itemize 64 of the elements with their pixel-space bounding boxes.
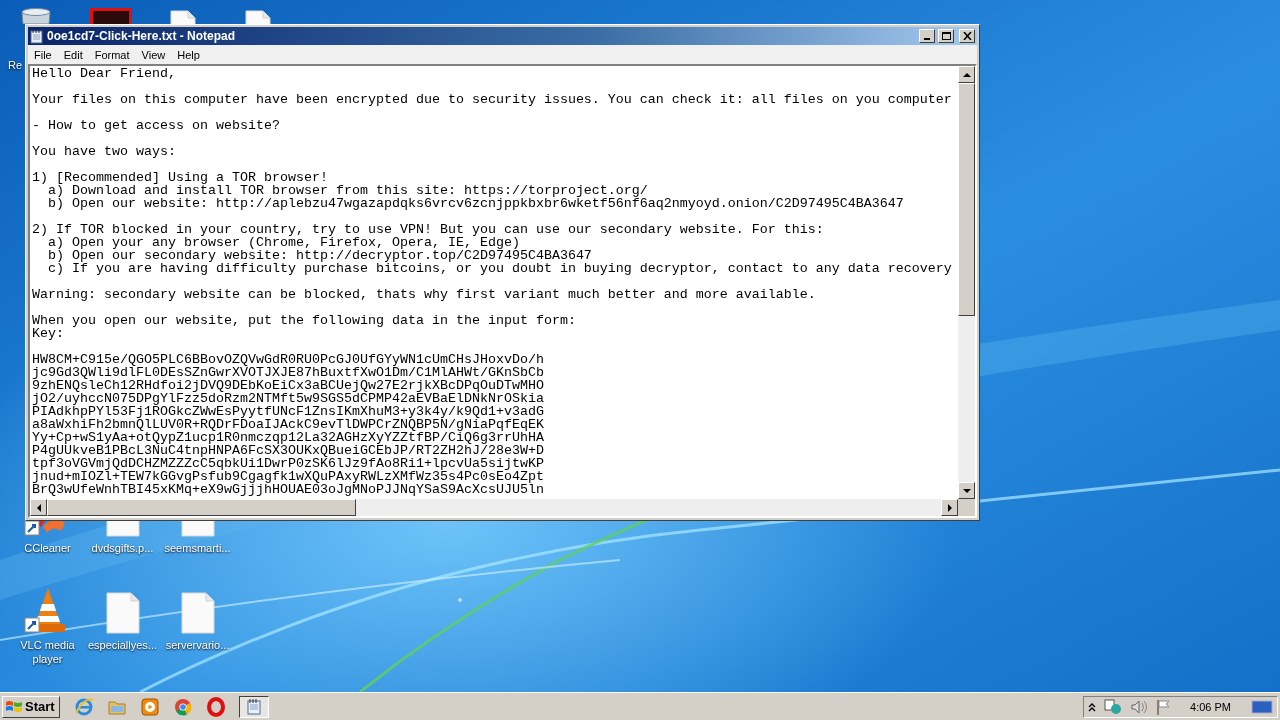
text-line: jO2/uyhccN075DPgYlFzz5doRzm2NTMft5w9SGS5dCPMP42aEVBaElDNkNrOSkia (32, 392, 545, 405)
menu-item[interactable]: Format (88, 48, 136, 61)
icon-label: Re (8, 58, 23, 72)
file-icon (105, 592, 140, 634)
text-line: 2) If TOR blocked in your country, try to use VPN! But you can use our secondary website. For this: (32, 223, 825, 236)
media-player-icon[interactable] (139, 696, 160, 717)
window-title: 0oe1cd7-Click-Here.txt - Notepad (47, 29, 237, 43)
show-desktop-icon[interactable] (1251, 698, 1273, 715)
size-grip[interactable] (958, 499, 975, 516)
text-line: Yy+Cp+wS1yAa+otQypZ1ucp1R0nmczqp12La32AGHzXyYZZtfBP/CiQ6g3rrUhHA (32, 431, 545, 444)
text-line: Warning: secondary website can be blocked, thats why first variant much better and more available. (32, 288, 817, 301)
app-icon (90, 8, 132, 24)
browser-icon[interactable] (73, 696, 94, 717)
text-line: b) Open our secondary website: http://decryptor.top/C2D97495C4BA3647 (47, 249, 593, 262)
notepad-icon (30, 28, 44, 44)
menu-item[interactable]: Help (171, 48, 206, 61)
right-arrow-icon (947, 503, 952, 512)
text-line: HW8CM+C915e/QGO5PLC6BBovOZQVwGdR0RU0PcGJ0UfGYyWN1cUmCHsJHoxvDo/h (32, 353, 545, 366)
chrome-icon[interactable] (172, 696, 193, 717)
text-line: BrQ3wUfeWnhTBI45xKMq+eX9wGjjjhHOUAE03oJgMNoPJJNqYSaS9AcXcsUJU5ln (32, 483, 545, 496)
chevron-icon[interactable] (1088, 701, 1097, 712)
menu-item[interactable]: File (28, 48, 58, 61)
windows-logo-icon (5, 698, 23, 715)
taskbar-button[interactable] (238, 695, 269, 718)
text-line: When you open our website, put the following data in the input form: (32, 314, 577, 327)
text-line: You have two ways: (32, 145, 177, 158)
text-line: 9zhENQsleCh12RHdfoi2jDVQ9DEbKoEiCx3aBCUejQw27E2rjkXBcDPqOuDTwMHO (32, 379, 545, 392)
text-line: b) Open our website: http://aplebzu47wgazapdqks6vrcv6zcnjppkbxbr6wketf56nf6aq2nmyoyd.onion/C2D97495C4BA3647 (47, 197, 905, 210)
maximize-button[interactable] (938, 29, 954, 43)
text-line: Key: (32, 327, 65, 340)
clock[interactable]: 4:06 PM (1190, 700, 1231, 713)
text-line: jnud+mIOZl+TEW7kGGvgPsfub9Cgagfk1wXQuPAxyRWLzXMfWz35s4Pc0sEo4Zpt (32, 470, 545, 483)
text-line: tpf3oVGVmjQdDCHZMZZZcC5qbkUi1DwrP0zSK6lJz9fAo8Ri1+lpcvUa5sijtwKP (32, 457, 545, 470)
horizontal-scrollbar[interactable] (30, 499, 958, 516)
vertical-scrollbar[interactable] (958, 66, 975, 499)
text-line: 1) [Recommended] Using a TOR browser! (32, 171, 329, 184)
volume-icon[interactable] (1130, 698, 1149, 715)
left-arrow-icon (36, 503, 41, 512)
text-line: a) Open your any browser (Chrome, Firefox, Opera, IE, Edge) (47, 236, 520, 249)
text-line: jc9Gd3QWli9dlFL0DEsSZnGwrXVOTJXJE87hBuxtfXwO1Dm/C1MlAHWt/GKnSbCb (32, 366, 545, 379)
maximize-icon (941, 32, 951, 40)
recycle-bin-icon (20, 8, 52, 24)
down-arrow-icon (962, 488, 971, 493)
menu-item[interactable]: Edit (57, 48, 89, 61)
text-line: Your files on this computer have been encrypted due to security issues. You can check it: all files on you computer (32, 93, 953, 106)
text-line: P4gUUkveB1PBcL3NuC4tnpHNPA6FcSX3OUKxQBueiGCEbJP/RT2ZH2hJ/28e3W+D (32, 444, 545, 457)
close-button[interactable] (959, 29, 975, 43)
text-line: a8aWxhiFh2bmnQlLUV0R+RQDrFDoaIJAckC9evTlDWPCrZNQBP5N/gNiaPqfEqEK (32, 418, 545, 431)
close-icon (962, 32, 972, 40)
text-line: PIAdkhpPYl53Fj1ROGkcZWwEsPyytfUNcF1ZnsIKmXhuM3+y3k4y/k9Qd1+v3adG (32, 405, 545, 418)
text-line: - How to get access on website? (32, 119, 281, 132)
notepad-icon (245, 698, 262, 715)
up-arrow-icon (962, 72, 971, 77)
text-line: a) Download and install TOR browser from this site: https://torproject.org/ (47, 184, 648, 197)
network-icon[interactable] (1104, 698, 1123, 715)
minimize-icon (924, 38, 930, 40)
opera-icon[interactable] (205, 696, 226, 717)
text-line: Hello Dear Friend, (32, 67, 177, 80)
minimize-button[interactable] (919, 29, 935, 43)
text-line: c) If you are having difficulty purchase bitcoins, or you doubt in buying decryptor, contact to any data recovery (47, 262, 953, 275)
icon-label[interactable]: VLC media player (10, 638, 85, 666)
start-button[interactable]: Start (2, 695, 60, 718)
menu-item[interactable]: View (135, 48, 172, 61)
file-icon (180, 592, 215, 634)
